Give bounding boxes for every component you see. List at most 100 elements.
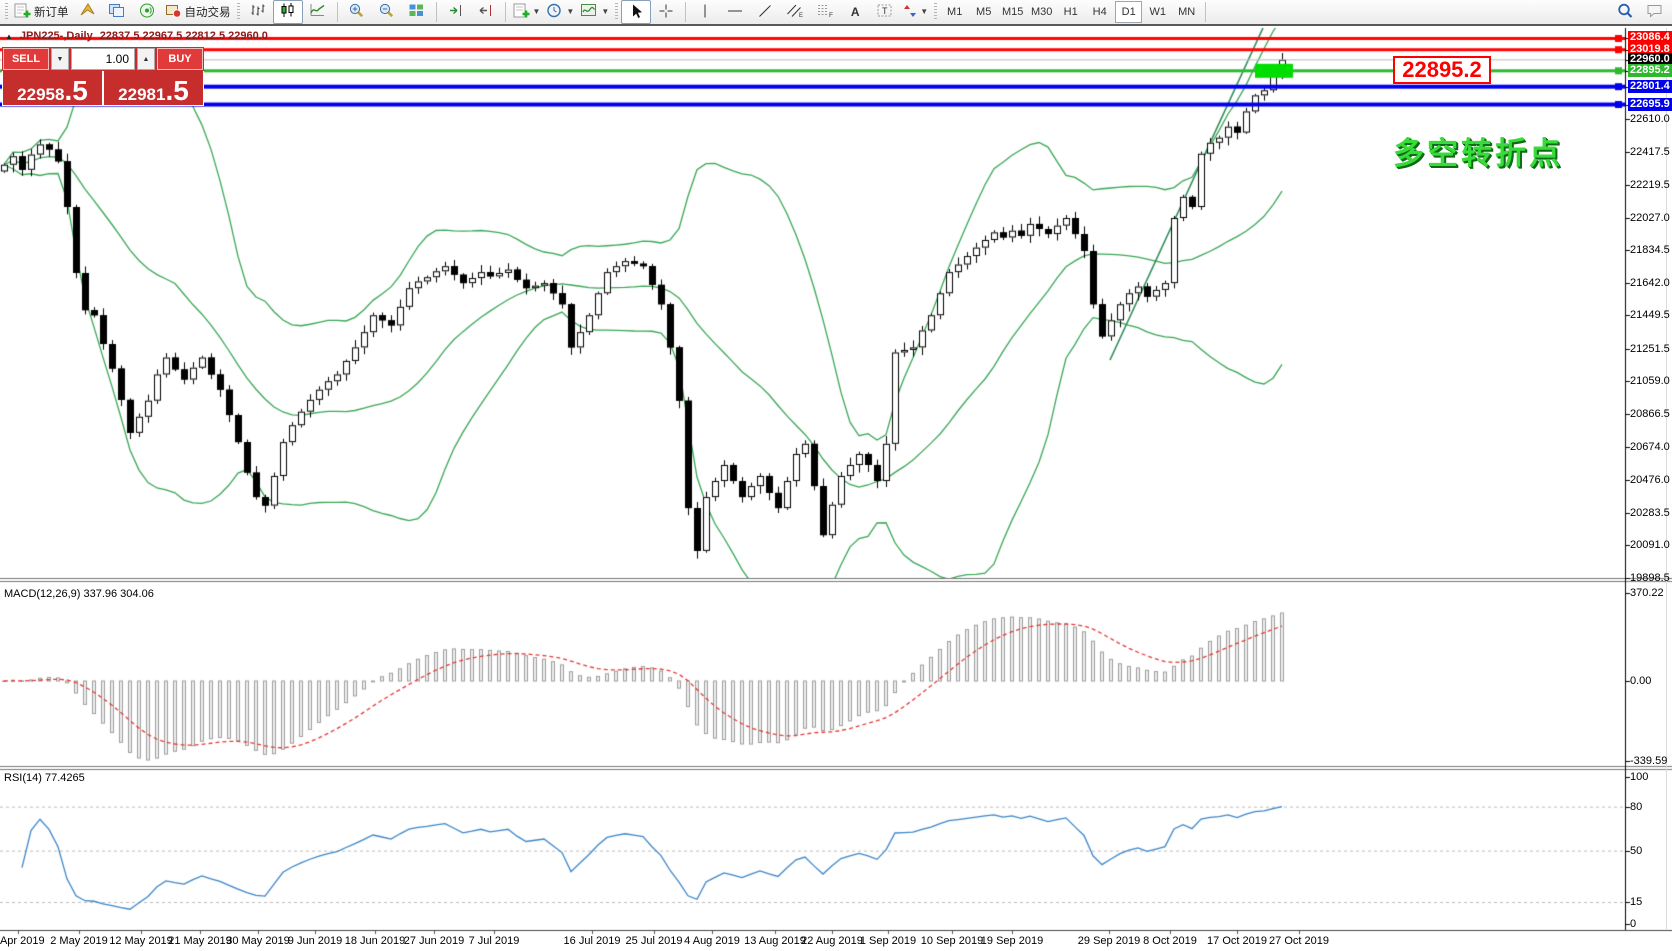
timeframe-button-m5[interactable]: M5	[970, 1, 997, 23]
timeframe-button-m15[interactable]: M15	[999, 1, 1026, 23]
arrows-icon	[903, 3, 917, 22]
channel-icon: E	[786, 2, 804, 22]
arrow-up-icon: ▲	[143, 56, 150, 63]
turning-point-annotation[interactable]: 多空转折点	[1393, 128, 1563, 173]
toolbar-grip[interactable]	[615, 3, 618, 21]
toolbar-grip[interactable]	[5, 3, 8, 21]
svg-text:E: E	[799, 13, 803, 19]
autotrading-label: 自动交易	[185, 4, 231, 20]
price-tick-label: 21642.0	[1630, 277, 1670, 290]
timeframe-button-mn[interactable]: MN	[1173, 1, 1200, 23]
zoom-out-button[interactable]	[372, 0, 402, 24]
arrows-button[interactable]: ▼	[900, 0, 931, 24]
volume-increase-button[interactable]: ▲	[137, 48, 155, 70]
auto-scroll-icon	[447, 2, 464, 22]
date-tick-label: 9 Jun 2019	[288, 935, 342, 947]
text-label-button[interactable]: T	[870, 0, 900, 24]
date-tick-label: 19 Sep 2019	[981, 935, 1043, 947]
candlestick-chart-icon	[279, 2, 296, 22]
templates-button[interactable]: ▼	[577, 0, 612, 24]
text-button[interactable]: A	[840, 0, 870, 24]
timeframe-button-m1[interactable]: M1	[941, 1, 968, 23]
ohlc-values: 22837.5 22967.5 22812.5 22960.0	[100, 30, 268, 42]
cursor-button[interactable]	[621, 0, 651, 24]
buy-button[interactable]: BUY	[157, 48, 203, 70]
search-button[interactable]	[1610, 0, 1640, 24]
periods-button[interactable]: ▼	[543, 0, 577, 24]
chat-icon	[1646, 2, 1665, 22]
tile-windows-icon	[408, 2, 425, 22]
line-chart-button[interactable]	[303, 0, 333, 24]
auto-scroll-button[interactable]	[441, 0, 471, 24]
date-tick-label: 27 Jun 2019	[404, 935, 465, 947]
price-annotation-box[interactable]: 22895.2	[1393, 56, 1491, 84]
macd-tick-label: 370.22	[1630, 587, 1664, 600]
metaeditor-button[interactable]	[72, 0, 102, 24]
indicators-button[interactable]: ▼	[510, 0, 544, 24]
volume-decrease-button[interactable]: ▼	[51, 48, 69, 70]
price-tick-label: 21834.5	[1630, 244, 1670, 257]
rsi-tick-label: 15	[1630, 896, 1642, 909]
trendline-icon	[757, 3, 773, 22]
new-order-icon	[14, 2, 31, 22]
price-tick-label: 20476.0	[1630, 474, 1670, 487]
signals-button[interactable]	[132, 0, 162, 24]
price-tick-label: 22027.0	[1630, 212, 1670, 225]
timeframe-button-w1[interactable]: W1	[1144, 1, 1171, 23]
time-axis[interactable]: 3 Apr 20192 May 201912 May 201921 May 20…	[0, 934, 1672, 951]
trendline-button[interactable]	[750, 0, 780, 24]
text-label-icon: T	[876, 2, 894, 22]
timeframe-button-h1[interactable]: H1	[1057, 1, 1084, 23]
chart-shift-button[interactable]	[471, 0, 501, 24]
rsi-tick-label: 100	[1630, 771, 1648, 784]
vertical-line-icon	[699, 3, 711, 22]
bar-chart-button[interactable]	[243, 0, 273, 24]
tile-windows-button[interactable]	[402, 0, 432, 24]
price-line-label: 22695.9	[1628, 98, 1672, 111]
timeframe-button-m30[interactable]: M30	[1028, 1, 1055, 23]
zoom-in-button[interactable]	[342, 0, 372, 24]
buy-price[interactable]: 22981 .5	[104, 71, 203, 105]
date-tick-label: 8 Oct 2019	[1143, 935, 1197, 947]
text-a-icon: A	[851, 6, 860, 18]
rsi-tick-label: 80	[1630, 801, 1642, 814]
chart-title-row: ▲ JPN225-,Daily 22837.5 22967.5 22812.5 …	[5, 30, 268, 42]
crosshair-icon	[658, 3, 674, 22]
candlestick-chart-button[interactable]	[273, 0, 303, 24]
vertical-line-button[interactable]	[690, 0, 720, 24]
new-order-button[interactable]: 新订单	[11, 0, 72, 24]
price-line-label: 22801.4	[1628, 80, 1672, 93]
date-tick-label: 18 Jun 2019	[345, 935, 406, 947]
clock-icon	[546, 2, 563, 22]
sell-button[interactable]: SELL	[3, 48, 49, 70]
timeframe-button-d1[interactable]: D1	[1115, 1, 1142, 23]
crosshair-button[interactable]	[651, 0, 681, 24]
autotrading-button[interactable]: 自动交易	[162, 0, 234, 24]
equidistant-channel-button[interactable]: E	[780, 0, 810, 24]
sell-price[interactable]: 22958 .5	[3, 71, 102, 105]
one-click-trading-panel: SELL ▼ 1.00 ▲ BUY 22958 .5 22981 .5	[2, 47, 204, 106]
toolbar-grip[interactable]	[934, 3, 937, 21]
fibonacci-button[interactable]: F	[810, 0, 840, 24]
price-axis[interactable]: 22610.022417.522219.522027.021834.521642…	[1628, 0, 1672, 951]
one-click-panel-toggle[interactable]: ▲	[5, 32, 13, 41]
cursor-icon	[629, 3, 644, 22]
arrow-down-icon: ▼	[57, 56, 64, 63]
data-window-icon	[108, 2, 126, 22]
toolbar: 新订单 自动交易 ▼ ▼	[0, 0, 1672, 26]
horizontal-line-button[interactable]	[720, 0, 750, 24]
timeframe-button-h4[interactable]: H4	[1086, 1, 1113, 23]
symbol-title: JPN225-,Daily	[20, 30, 93, 42]
zoom-out-icon	[378, 2, 395, 22]
price-tick-label: 19898.5	[1630, 572, 1670, 585]
line-chart-icon	[309, 2, 326, 22]
volume-input[interactable]: 1.00	[71, 48, 135, 70]
price-tick-label: 22417.5	[1630, 146, 1670, 159]
price-tick-label: 20283.5	[1630, 507, 1670, 520]
data-window-button[interactable]	[102, 0, 132, 24]
macd-tick-label: 0.00	[1630, 675, 1651, 688]
date-tick-label: 3 Apr 2019	[0, 935, 45, 947]
date-tick-label: 22 Aug 2019	[801, 935, 863, 947]
chat-button[interactable]	[1640, 0, 1670, 24]
toolbar-grip[interactable]	[237, 3, 240, 21]
